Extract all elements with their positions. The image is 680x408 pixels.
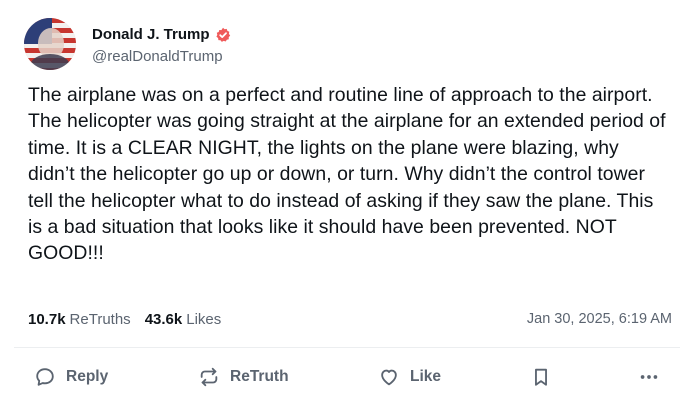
- post-text: The airplane was on a perfect and routin…: [28, 84, 666, 265]
- author-info: Donald J. Trump @realDonaldTrump: [92, 24, 231, 65]
- bookmark-button[interactable]: [530, 364, 552, 390]
- bookmark-icon: [535, 368, 547, 386]
- likes-count: 43.6k: [144, 310, 183, 328]
- reply-label: Reply: [66, 368, 109, 385]
- verified-badge-icon: [215, 27, 231, 43]
- post-stats: 10.7k ReTruths 43.6k Likes Jan 30, 2025,…: [28, 308, 672, 330]
- like-label: Like: [410, 368, 442, 385]
- more-dots-icon: [640, 375, 658, 379]
- author-handle[interactable]: @realDonaldTrump: [92, 48, 231, 65]
- divider: [14, 347, 680, 348]
- post-timestamp[interactable]: Jan 30, 2025, 6:19 AM: [527, 311, 672, 327]
- retruths-count: 10.7k: [28, 310, 66, 328]
- post-header: Donald J. Trump @realDonaldTrump: [24, 16, 231, 72]
- more-options-button[interactable]: [638, 364, 660, 390]
- like-button[interactable]: Like: [378, 364, 441, 390]
- retruth-button[interactable]: ReTruth: [198, 364, 289, 390]
- avatar[interactable]: [24, 18, 76, 70]
- retruths-label: ReTruths: [69, 310, 131, 328]
- speech-bubble-icon: [36, 368, 54, 386]
- retruths-stat[interactable]: 10.7k ReTruths: [28, 311, 131, 328]
- retruth-label: ReTruth: [230, 368, 289, 385]
- action-bar: Reply ReTruth Like: [0, 356, 680, 400]
- likes-stat[interactable]: 43.6k Likes: [145, 311, 222, 328]
- reply-button[interactable]: Reply: [34, 364, 108, 390]
- repost-arrows-icon: [200, 367, 218, 387]
- author-display-name[interactable]: Donald J. Trump: [92, 26, 210, 43]
- likes-label: Likes: [186, 310, 222, 328]
- name-row: Donald J. Trump: [92, 24, 231, 46]
- heart-icon: [381, 369, 397, 386]
- truth-post: Donald J. Trump @realDonaldTrump The air…: [0, 0, 680, 408]
